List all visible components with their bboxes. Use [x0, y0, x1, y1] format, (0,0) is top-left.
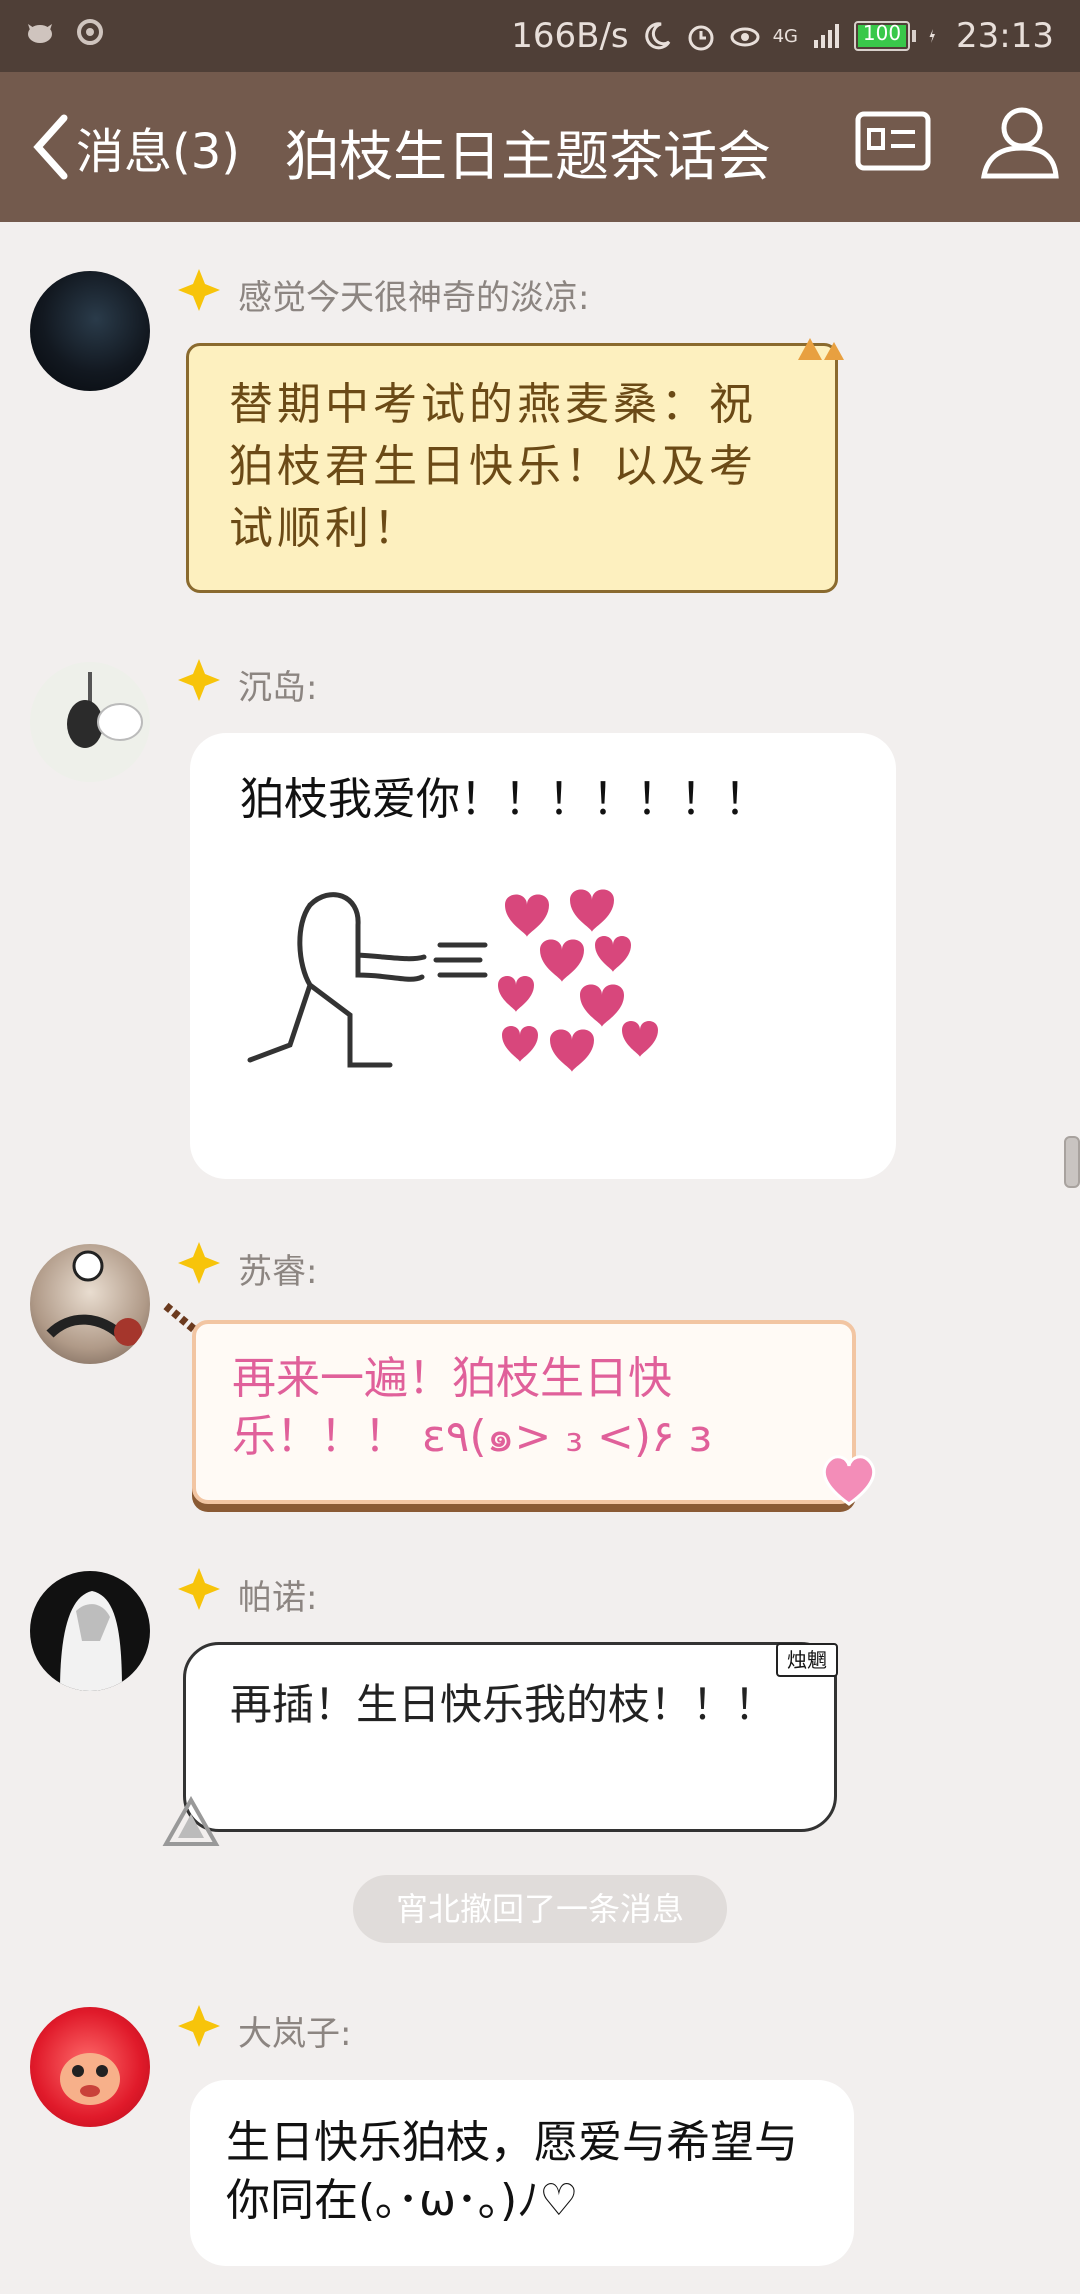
app-notification-icon [28, 24, 52, 43]
id-card-icon[interactable] [855, 110, 931, 172]
message-bubble[interactable]: 替期中考试的燕麦桑：祝狛枝君生日快乐！以及考试顺利！ [186, 343, 838, 593]
message-text: 再来一遍！狛枝生日快乐！！！ ε٩(๑> ₃ <)۶ з [232, 1353, 713, 1462]
sender-name: 帕诺: [238, 1578, 318, 1618]
charging-icon [929, 29, 936, 43]
cat-ears-decoration [798, 338, 844, 360]
person-icon[interactable] [978, 102, 1060, 180]
avatar[interactable] [30, 2007, 150, 2127]
chat-title: 狛枝生日主题茶话会 [285, 125, 771, 188]
message-bubble[interactable]: 生日快乐狛枝，愿爱与希望与你同在(｡･ω･｡)ﾉ♡ [190, 2080, 854, 2266]
message-text: 狛枝我爱你！！！！！！！ [240, 774, 768, 825]
scrollbar-thumb[interactable] [1064, 1136, 1080, 1188]
member-badge-icon [178, 1568, 220, 1610]
title-bar: 消息(3) 狛枝生日主题茶话会 [0, 72, 1080, 222]
back-label: 消息(3) [76, 124, 240, 180]
member-badge-icon [178, 2005, 220, 2047]
avatar[interactable] [30, 662, 150, 782]
member-badge-icon [178, 1242, 220, 1284]
chevron-left-icon [33, 114, 68, 180]
sender-name: 苏睿: [238, 1252, 318, 1292]
back-button[interactable]: 消息(3) [28, 112, 240, 182]
eye-comfort-icon [730, 27, 760, 47]
signal-icon [814, 24, 840, 48]
bubble-tag: 烛魍 [776, 1643, 838, 1677]
sender-name: 感觉今天很神奇的淡凉: [238, 278, 590, 318]
avatar[interactable] [30, 1244, 150, 1364]
heart-decoration-icon [822, 1455, 876, 1506]
avatar[interactable] [30, 1571, 150, 1691]
message-text: 再插！生日快乐我的枝！！！ [230, 1680, 777, 1729]
moon-icon [644, 22, 670, 50]
alarm-icon [688, 25, 714, 51]
status-bar: 166B/s 4G 100 23:13 [0, 0, 1080, 72]
network-type: 4G [772, 25, 799, 47]
sending-hearts-sticker [247, 889, 658, 1072]
triangle-decoration-icon [162, 1796, 220, 1846]
avatar-illustration [60, 2053, 120, 2105]
sender-name: 大岚子: [238, 2014, 352, 2054]
weibo-notification-icon [77, 19, 103, 45]
recall-notice: 宵北撤回了一条消息 [353, 1875, 727, 1943]
battery-indicator: 100 [854, 21, 917, 51]
message-bubble[interactable]: 再来一遍！狛枝生日快乐！！！ ε٩(๑> ₃ <)۶ з [192, 1320, 856, 1504]
message-bubble[interactable]: 狛枝我爱你！！！！！！！ [190, 733, 896, 1179]
avatar-illustration [67, 672, 143, 748]
avatar-illustration [46, 1250, 142, 1346]
net-speed: 166B/s [511, 16, 629, 56]
message-bubble[interactable]: 再插！生日快乐我的枝！！！ [183, 1642, 837, 1832]
sender-name: 沉岛: [238, 668, 318, 708]
battery-level: 100 [862, 21, 902, 45]
member-badge-icon [178, 269, 220, 311]
message-text: 生日快乐狛枝，愿爱与希望与你同在(｡･ω･｡)ﾉ♡ [226, 2117, 798, 2226]
message-text: 替期中考试的燕麦桑：祝狛枝君生日快乐！以及考试顺利！ [229, 379, 757, 554]
member-badge-icon [178, 659, 220, 701]
avatar-illustration [60, 1591, 122, 1691]
avatar[interactable] [30, 271, 150, 391]
clock: 23:13 [956, 16, 1054, 56]
